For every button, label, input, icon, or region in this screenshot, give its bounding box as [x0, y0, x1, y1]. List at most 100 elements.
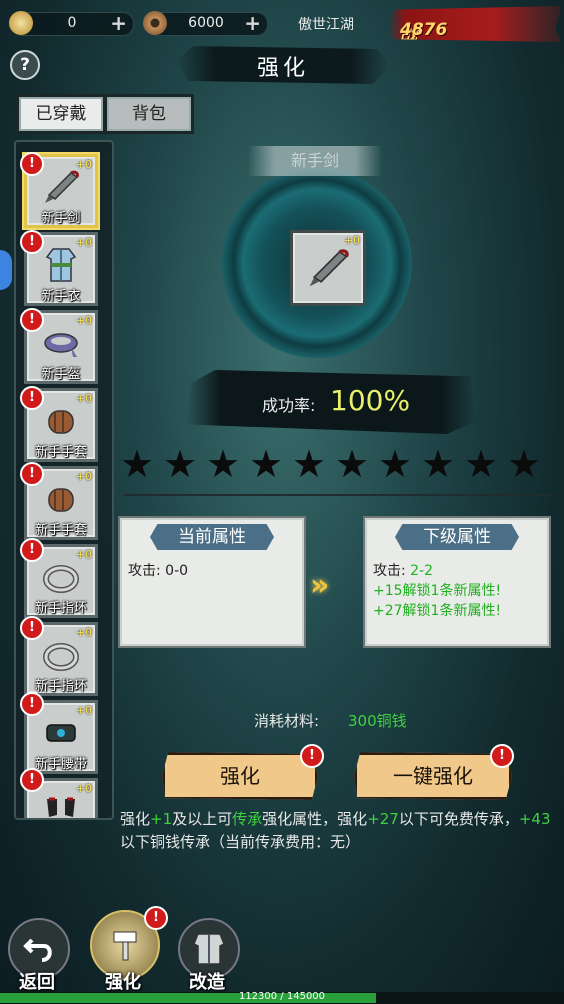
star-icon: ★ [507, 442, 542, 486]
divider [124, 494, 552, 496]
alert-badge: ! [300, 744, 324, 768]
coin-value: 6000 [188, 15, 224, 31]
headband-icon [44, 333, 78, 357]
alert-badge: ! [20, 692, 44, 716]
next-attributes-card: 下级属性 攻击: 2-2 +15解锁1条新属性! +27解锁1条新属性! [363, 516, 551, 648]
alert-badge: ! [20, 386, 44, 410]
cost-value: 300铜钱 [348, 712, 407, 730]
alert-badge: ! [20, 616, 44, 640]
alert-badge: ! [20, 230, 44, 254]
alert-badge: ! [20, 308, 44, 332]
star-icon: ★ [421, 442, 456, 486]
ring-icon [43, 565, 79, 593]
double-chevron-right-icon: » [310, 568, 330, 603]
current-attack: 攻击: 0-0 [128, 563, 189, 579]
slot-name: 新手手套 [34, 445, 87, 460]
glove-icon [48, 410, 74, 434]
ingot-counter: 0 + [9, 11, 134, 36]
note-highlight: +27 [367, 810, 399, 828]
note-text: 强化 [120, 810, 151, 828]
hammer-icon [113, 931, 137, 961]
star-icon: ★ [464, 442, 499, 486]
unlock-hint-1: +15解锁1条新属性! [373, 583, 502, 599]
coin-counter: 6000 + [143, 11, 268, 36]
armor-icon [193, 933, 225, 965]
note-text: 以下铜钱传承（当前传承费用：无） [120, 833, 361, 851]
note-highlight: 传承 [232, 810, 263, 828]
inheritance-note: 强化+1及以上可传承强化属性，强化+27以下可免费传承，+43 以下铜钱传承（当前… [120, 808, 556, 854]
note-highlight: +1 [150, 810, 173, 828]
slot-name: 新手盔 [41, 367, 81, 382]
slot-level: +0 [75, 626, 92, 639]
power-value: 4876 [400, 20, 448, 40]
tab-equipped[interactable]: 已穿戴 [16, 94, 106, 134]
success-rate-value: 100% [330, 384, 411, 417]
alert-badge: ! [20, 152, 44, 176]
note-text: 及以上可 [172, 810, 233, 828]
sword-icon [45, 170, 79, 203]
star-icon: ★ [163, 442, 198, 486]
note-text: 强化属性，强化 [262, 810, 368, 828]
slot-level: +0 [75, 782, 92, 795]
ingot-value: 0 [67, 15, 77, 31]
current-attributes-card: 当前属性 攻击: 0-0 [118, 516, 306, 648]
star-icon: ★ [378, 442, 413, 486]
slot-level: +0 [75, 236, 92, 249]
sword-icon [309, 249, 349, 287]
boots-icon [47, 797, 75, 817]
note-highlight: +43 [518, 810, 551, 828]
current-attributes-title: 当前属性 [150, 524, 274, 550]
enhance-button[interactable]: 强化 [162, 752, 318, 800]
star-icon: ★ [292, 442, 327, 486]
slot-level: +0 [75, 548, 92, 561]
slot-level: +0 [75, 158, 92, 171]
star-icon: ★ [335, 442, 370, 486]
server-name: 傲世江湖 [298, 17, 354, 33]
alert-badge: ! [20, 768, 44, 792]
alert-badge: ! [20, 538, 44, 562]
ingot-icon [9, 11, 33, 35]
star-icon: ★ [120, 442, 155, 486]
alert-badge: ! [20, 462, 44, 486]
selected-item-name: 新手剑 [248, 146, 382, 176]
one-key-enhance-button[interactable]: 一键强化 [354, 752, 512, 800]
slot-name: 新手剑 [41, 211, 81, 226]
slot-level: +0 [75, 392, 92, 405]
next-attack: 攻击: 2-2 [373, 560, 433, 580]
belt-icon [46, 724, 76, 742]
slot-level: +0 [75, 314, 92, 327]
add-coin-icon[interactable]: + [244, 11, 261, 35]
selected-item-slot[interactable]: +0 [290, 230, 366, 306]
ring-icon [43, 643, 79, 671]
unlock-hint-2: +27解锁1条新属性! [373, 603, 502, 619]
note-text: 以下可免费传承， [398, 810, 519, 828]
next-attributes-title: 下级属性 [395, 524, 519, 550]
slot-name: 新手手套 [34, 523, 87, 538]
slot-name: 新手指环 [34, 601, 87, 616]
cost-label: 消耗材料: [254, 712, 320, 730]
slot-name: 新手指环 [34, 679, 87, 694]
combat-power-badge: 战力: 4876 [388, 6, 562, 42]
slot-level: +0 [75, 470, 92, 483]
page-title: 强化 [256, 56, 309, 81]
add-ingot-icon[interactable]: + [110, 11, 127, 35]
experience-text: 112300 / 145000 [238, 991, 326, 1002]
slot-name: 新手衣 [41, 289, 81, 304]
star-rating: ★ ★ ★ ★ ★ ★ ★ ★ ★ ★ [120, 444, 550, 484]
star-icon: ★ [206, 442, 241, 486]
next-attack-value: 2-2 [410, 563, 434, 579]
tab-bag[interactable]: 背包 [104, 94, 194, 134]
glove-icon [48, 488, 74, 512]
robe-icon [45, 248, 77, 282]
next-attack-label: 攻击: [373, 563, 411, 579]
success-rate-label: 成功率: [262, 396, 316, 415]
alert-badge: ! [144, 906, 168, 930]
side-drawer-handle[interactable] [0, 250, 12, 290]
copper-coin-icon [143, 11, 167, 35]
star-icon: ★ [249, 442, 284, 486]
slot-level: +0 [75, 704, 92, 717]
back-arrow-icon [23, 938, 52, 962]
selected-item-level: +0 [343, 234, 360, 247]
alert-badge: ! [490, 744, 514, 768]
help-icon[interactable]: ? [10, 50, 40, 80]
